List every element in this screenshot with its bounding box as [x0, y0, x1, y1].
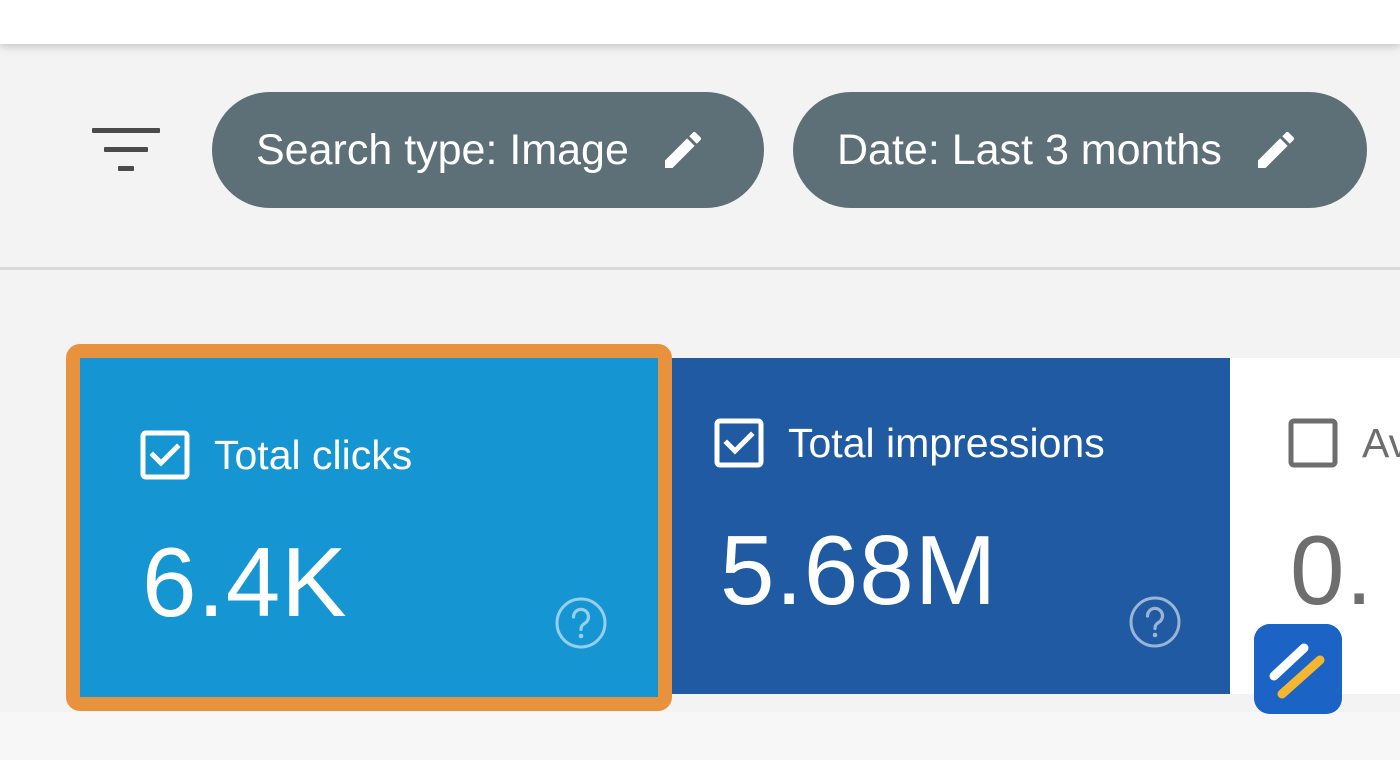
date-chip-label: Date: Last 3 months [837, 125, 1222, 174]
brand-logo-icon [1254, 624, 1342, 714]
metric-label: Total impressions [788, 419, 1105, 466]
top-app-bar [0, 0, 1400, 44]
help-circle-icon[interactable] [1128, 595, 1182, 649]
metric-card-header: Av [1288, 418, 1400, 468]
section-divider [0, 267, 1400, 270]
filter-icon[interactable] [92, 128, 160, 174]
metric-card-header: Total impressions [714, 418, 1105, 468]
checkbox-unchecked-icon[interactable] [1288, 418, 1338, 468]
checkbox-checked-icon[interactable] [714, 418, 764, 468]
metric-card-total-impressions[interactable]: Total impressions 5.68M [672, 358, 1230, 694]
metric-label: Av [1362, 419, 1400, 466]
date-filter-chip[interactable]: Date: Last 3 months [793, 92, 1367, 208]
metric-value: 0. [1290, 515, 1374, 625]
metric-value: 6.4K [142, 527, 348, 637]
content-area-below [0, 712, 1400, 760]
metric-label: Total clicks [214, 431, 413, 478]
pencil-icon[interactable] [659, 126, 707, 174]
checkbox-checked-icon[interactable] [140, 430, 190, 480]
search-type-filter-chip[interactable]: Search type: Image [212, 92, 764, 208]
help-circle-icon[interactable] [554, 596, 608, 650]
filter-row: Search type: Image Date: Last 3 months [0, 92, 1400, 210]
metric-card-total-clicks[interactable]: Total clicks 6.4K [66, 344, 672, 711]
metric-card-header: Total clicks [140, 430, 412, 480]
metric-value: 5.68M [720, 515, 998, 625]
search-type-chip-label: Search type: Image [256, 125, 629, 174]
pencil-icon[interactable] [1252, 126, 1300, 174]
